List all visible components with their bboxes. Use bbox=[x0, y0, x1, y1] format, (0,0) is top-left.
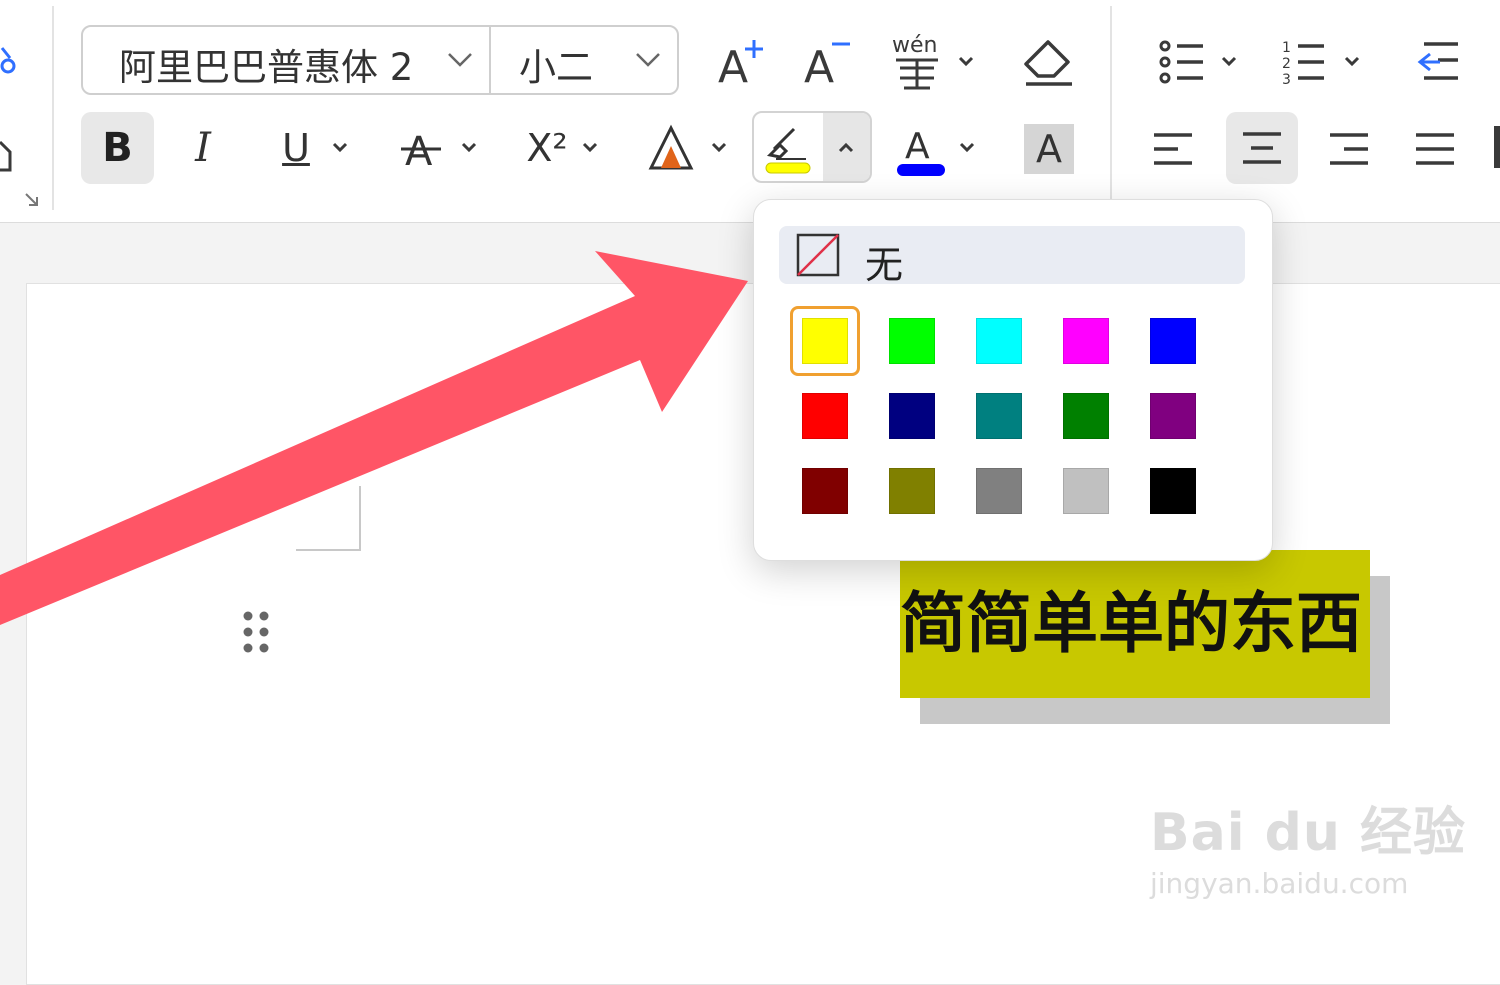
annotation-arrow bbox=[0, 251, 748, 625]
